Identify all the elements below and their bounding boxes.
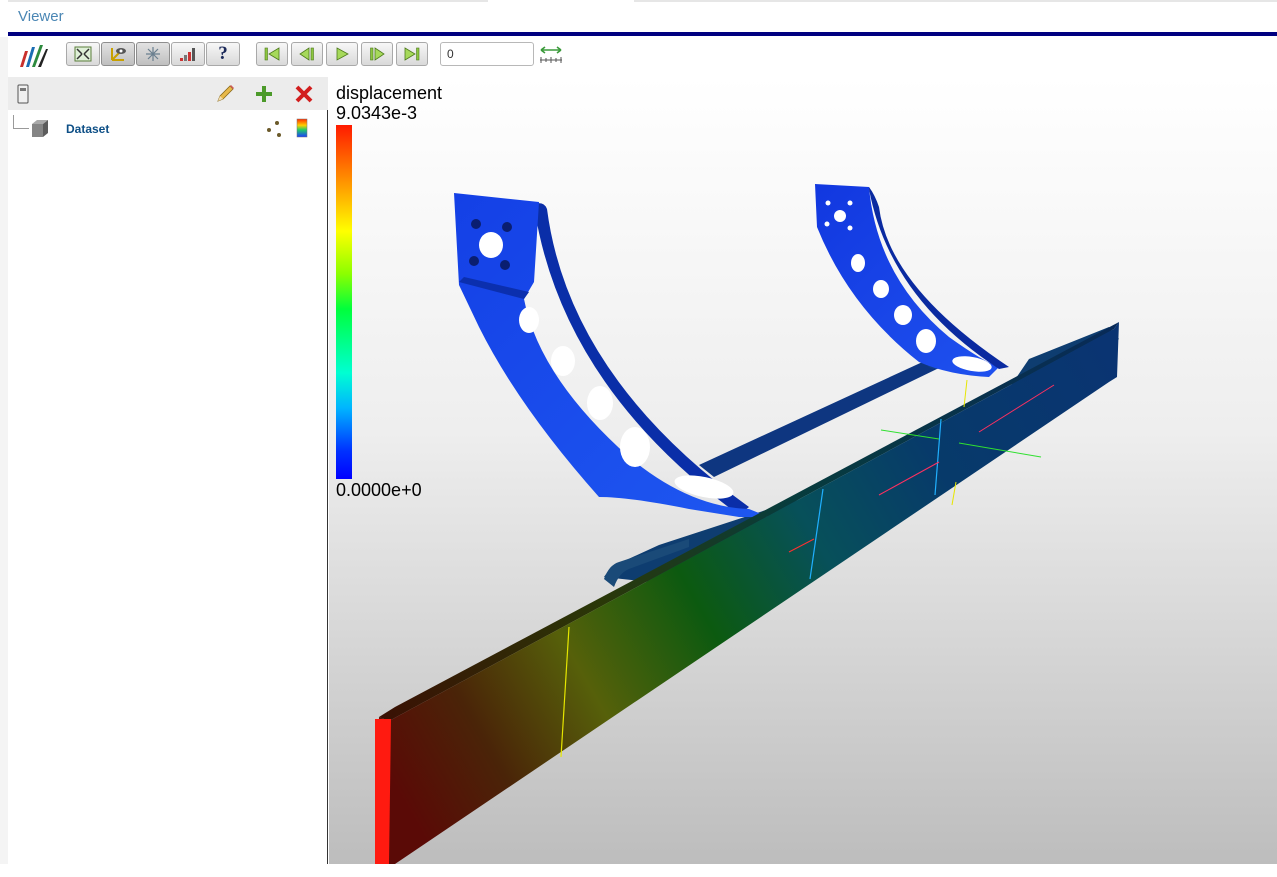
- legend-max-value: 9.0343e-3: [336, 103, 418, 123]
- orientation-axes-button[interactable]: [101, 42, 135, 66]
- center-axes-icon: [146, 47, 160, 61]
- color-map-icon[interactable]: [296, 118, 308, 138]
- plus-icon: [256, 86, 272, 102]
- next-frame-button[interactable]: [361, 42, 393, 66]
- mesh-render: [375, 184, 1119, 864]
- next-frame-icon: [370, 47, 385, 61]
- pipeline-menu-button[interactable]: [10, 81, 36, 107]
- last-frame-button[interactable]: [396, 42, 428, 66]
- close-icon: [295, 85, 313, 103]
- reset-camera-icon: [74, 46, 92, 62]
- dataset-cube-icon: [32, 120, 48, 137]
- title-divider: [8, 32, 1277, 36]
- pencil-icon: [217, 85, 234, 102]
- representation-icon[interactable]: [265, 119, 287, 139]
- app-root: Viewer ? 0 Dataset displacement 9.0343e-…: [0, 0, 1277, 877]
- app-logo-icon: [20, 45, 48, 67]
- bottom-strip: [0, 864, 1277, 877]
- page-title: Viewer: [18, 8, 64, 25]
- last-frame-icon: [404, 47, 420, 61]
- stats-icon: [180, 48, 195, 61]
- first-frame-icon: [264, 47, 280, 61]
- tab-strip: [8, 0, 1277, 2]
- pipeline-toolbar: [8, 77, 328, 110]
- pipeline-panel: Dataset: [8, 77, 328, 864]
- edit-button[interactable]: [212, 81, 238, 107]
- legend-title: displacement: [336, 83, 443, 103]
- left-edge: [0, 37, 8, 864]
- time-scale-icon[interactable]: [538, 43, 564, 65]
- play-icon: [336, 47, 349, 61]
- render-stats-button[interactable]: [171, 42, 205, 66]
- reset-camera-button[interactable]: [66, 42, 100, 66]
- add-button[interactable]: [251, 81, 277, 107]
- previous-frame-button[interactable]: [291, 42, 323, 66]
- dataset-label: Dataset: [66, 122, 110, 136]
- main-toolbar: ?: [8, 37, 1277, 77]
- orientation-axes-icon: [111, 48, 126, 61]
- device-icon: [17, 84, 29, 104]
- first-frame-button[interactable]: [256, 42, 288, 66]
- legend-min-value: 0.0000e+0: [336, 480, 422, 500]
- previous-frame-icon: [299, 47, 314, 61]
- frame-input[interactable]: [440, 42, 534, 66]
- pipeline-item[interactable]: Dataset: [8, 115, 328, 141]
- center-axes-button[interactable]: [136, 42, 170, 66]
- help-icon: ?: [218, 43, 228, 64]
- play-button[interactable]: [326, 42, 358, 66]
- delete-button[interactable]: [291, 81, 317, 107]
- color-legend-bar: [336, 125, 352, 479]
- help-button[interactable]: ?: [206, 42, 240, 66]
- render-viewport[interactable]: displacement 9.0343e-3 0.0000e+0: [329, 77, 1277, 864]
- title-bar: Viewer: [8, 0, 1277, 36]
